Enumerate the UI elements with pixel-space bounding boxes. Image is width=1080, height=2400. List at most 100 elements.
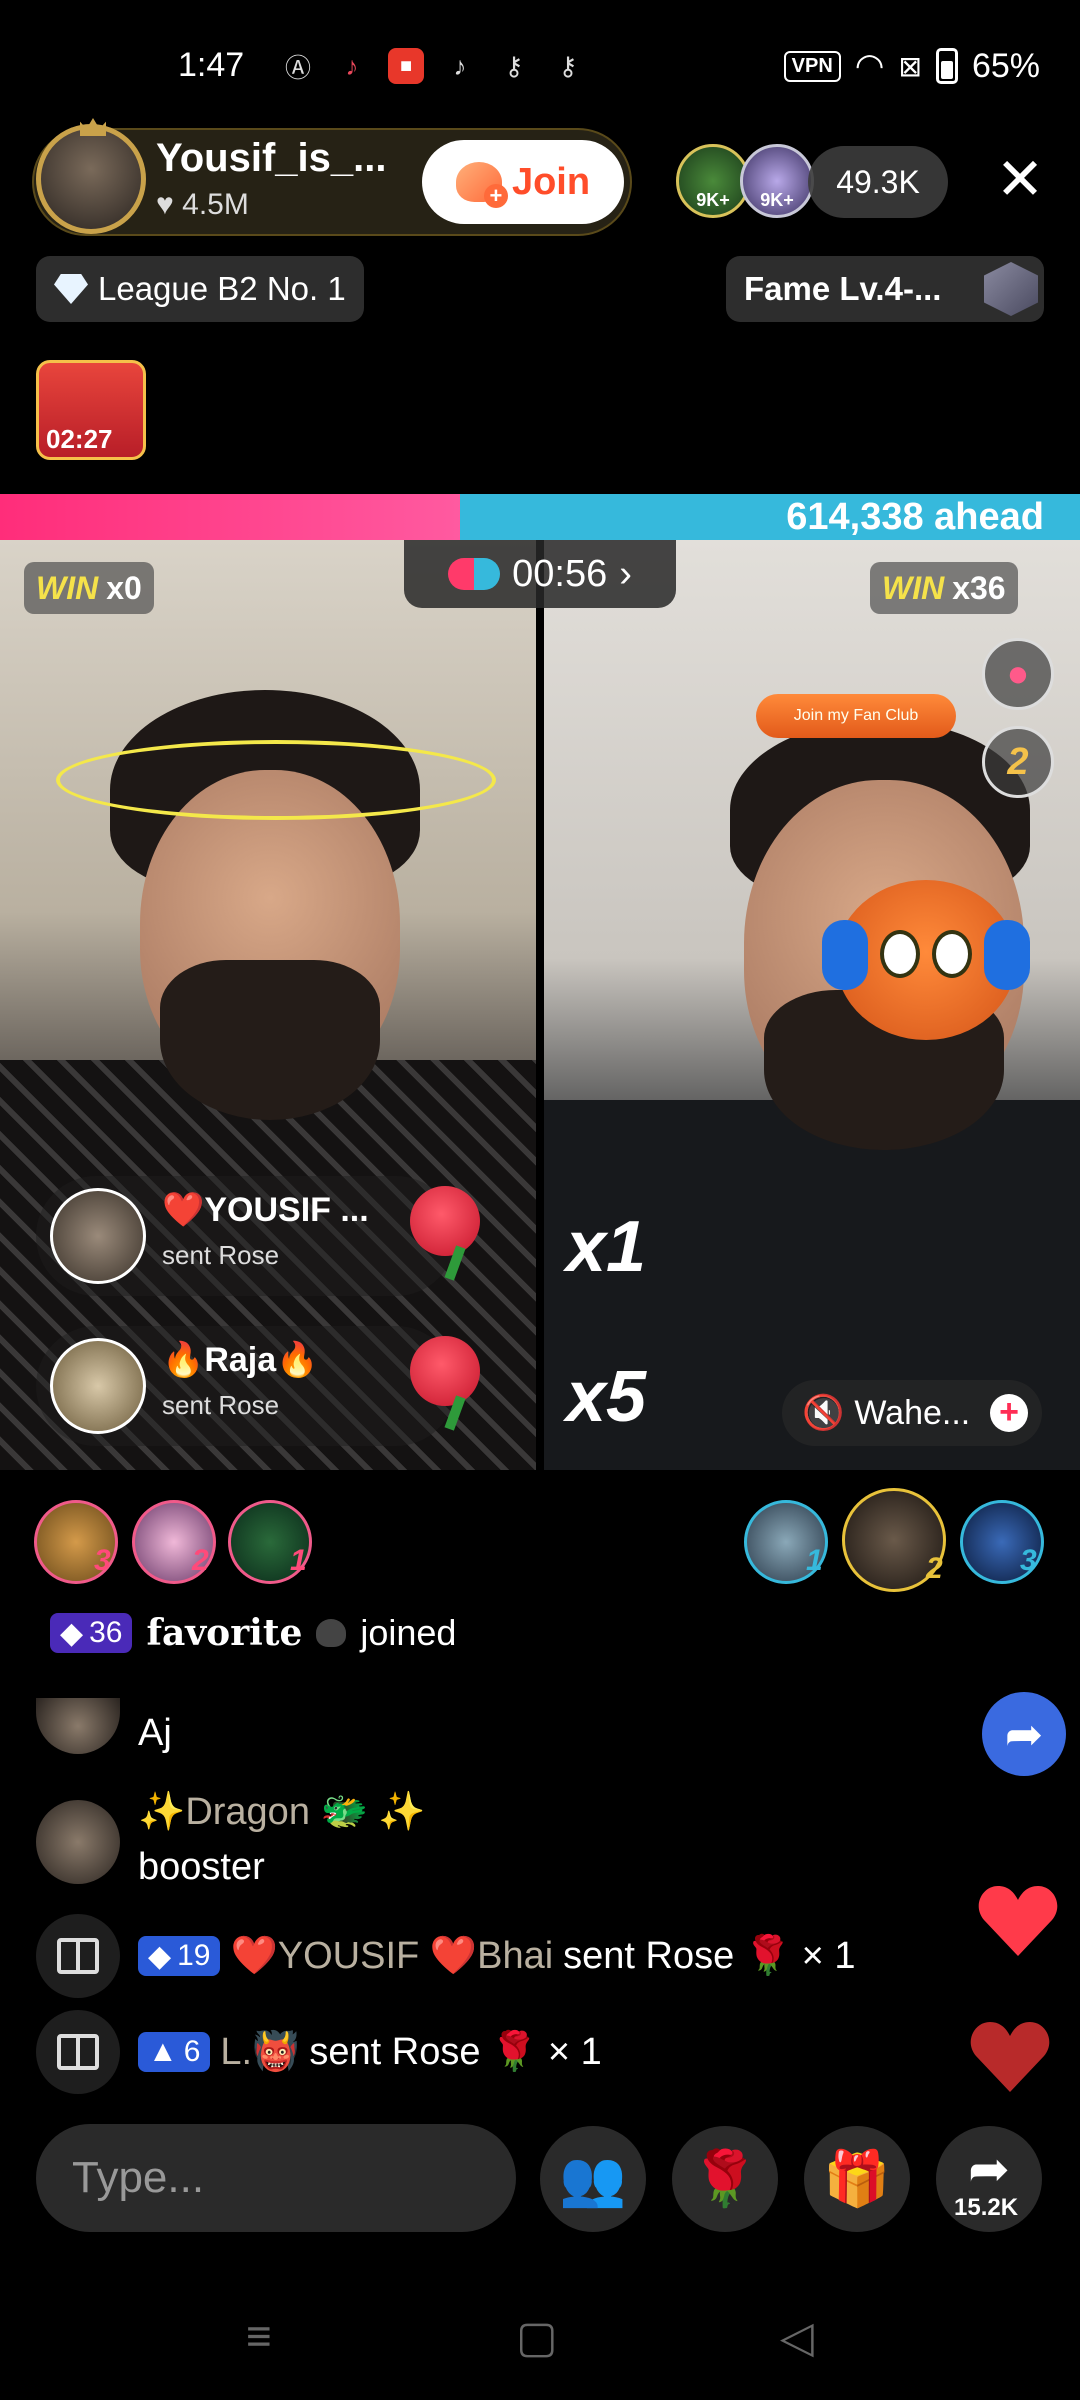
home-icon[interactable]: ▢: [516, 2312, 558, 2363]
status-time: 1:47: [178, 46, 245, 84]
gifter-name: ❤️YOUSIF ...: [162, 1191, 369, 1229]
no-sim-icon: ⊠: [898, 50, 922, 82]
gift-action: sent Rose: [563, 1934, 735, 1977]
tiktok-icon: ♪: [345, 50, 359, 81]
battle-ahead-text: 614,338 ahead: [786, 496, 1044, 538]
rose-icon: 🌹: [490, 2031, 538, 2073]
gift-button[interactable]: 🎁: [804, 2126, 910, 2232]
gifter-avatar: [50, 1338, 146, 1434]
user-level-badge: ◆ 19: [138, 1936, 221, 1976]
split-divider: [536, 540, 544, 1470]
rank-badge[interactable]: 2: [982, 726, 1054, 798]
gift-multiplier: x5: [566, 1357, 647, 1437]
chevron-right-icon: ›: [619, 552, 632, 595]
rose-icon: [410, 1336, 480, 1406]
gift-action: sent Rose: [162, 1390, 280, 1420]
chat-avatar[interactable]: [36, 1698, 120, 1754]
chat-username[interactable]: ✨Dragon 🐲 ✨: [138, 1790, 426, 1834]
follow-plus-icon[interactable]: +: [990, 1394, 1028, 1432]
host-likes: ♥ 4.5M: [156, 188, 249, 221]
fan-club-sign[interactable]: Join my Fan Club: [756, 694, 956, 738]
gift-chat-message: ◆ 19 ❤️YOUSIF ❤️Bhai sent Rose 🌹 × 1: [138, 1934, 855, 1978]
gift-action: sent Rose: [162, 1240, 280, 1270]
gift-sender[interactable]: ❤️YOUSIF ❤️Bhai: [230, 1934, 553, 1978]
battle-timer[interactable]: 00:56 ›: [404, 540, 676, 608]
host-beard: [160, 960, 380, 1120]
heart-plus-icon: [455, 162, 508, 208]
rose-icon: 🌹: [691, 2148, 759, 2209]
comment-input[interactable]: Type...: [36, 2124, 516, 2232]
rank-number: 3: [94, 1544, 111, 1577]
rose-icon: 🌹: [744, 1935, 792, 1977]
gift-sender[interactable]: L.👹: [220, 2030, 299, 2074]
top-viewer-badge: 9K+: [760, 190, 794, 210]
app-icon: Ⓐ: [284, 52, 311, 83]
left-win-badge: WIN x0: [24, 562, 154, 614]
right-win-badge: WIN x36: [870, 562, 1018, 614]
league-badge[interactable]: League B2 No. 1: [36, 256, 364, 322]
multi-guest-button[interactable]: 👥: [540, 2126, 646, 2232]
vpn-icon: VPN: [783, 50, 841, 82]
record-icon: ■: [388, 48, 424, 84]
joined-notice: ◆ 36 favorite joined: [50, 1612, 456, 1654]
top-viewer-badge: 9K+: [696, 190, 730, 210]
gift-notification[interactable]: 🔥Raja🔥 sent Rose: [36, 1326, 456, 1446]
rank-number: 1: [806, 1544, 823, 1577]
mascot-eye: [932, 930, 972, 978]
rose-icon: [410, 1186, 480, 1256]
user-level-badge: ◆ 36: [50, 1613, 133, 1653]
people-icon: 👥: [559, 2148, 627, 2209]
fame-label: Fame Lv.4-...: [744, 270, 942, 307]
key-icon: ⚷: [558, 50, 578, 81]
viewer-count[interactable]: 49.3K: [808, 146, 948, 218]
gifter-avatar: [50, 1188, 146, 1284]
chat-message-text: booster: [138, 1846, 265, 1888]
top-viewer-avatar[interactable]: 9K+: [740, 144, 814, 218]
battle-timer-value: 00:56: [512, 552, 608, 595]
gift-icon: [36, 2010, 120, 2094]
close-icon[interactable]: ✕: [990, 150, 1050, 210]
gift-notification[interactable]: ❤️YOUSIF ... sent Rose: [36, 1176, 456, 1296]
status-system-icons: VPN ◠ ⊠ 65%: [783, 46, 1040, 86]
battery-icon: [935, 48, 958, 84]
chat-username-text: ✨Dragon 🐲 ✨: [138, 1791, 426, 1833]
chat-message: booster: [138, 1846, 265, 1889]
boxing-glove-icon: [448, 558, 501, 590]
gift-count: × 1: [547, 2030, 602, 2073]
host-avatar[interactable]: [36, 124, 146, 234]
recents-icon[interactable]: ≡: [246, 2312, 272, 2362]
join-button[interactable]: Join: [422, 140, 624, 224]
gift-box-icon: 🎁: [823, 2148, 891, 2209]
opponent-name-pill[interactable]: 🔇 Wahe... +: [782, 1380, 1042, 1446]
chat-avatar[interactable]: [36, 1800, 120, 1884]
gift-count: × 1: [801, 1934, 856, 1977]
joined-username[interactable]: favorite: [146, 1612, 302, 1654]
black-heart-icon: [316, 1619, 347, 1647]
user-level-badge: ▲ 6: [138, 2032, 211, 2072]
rose-gift-button[interactable]: 🌹: [672, 2126, 778, 2232]
rank-number: 2: [192, 1544, 209, 1577]
back-icon[interactable]: ◁: [780, 2312, 814, 2363]
gift-icon: [36, 1914, 120, 1998]
opponent-name: Wahe...: [854, 1393, 971, 1432]
chat-message: Aj: [138, 1712, 172, 1755]
top-viewer-avatar[interactable]: 9K+: [676, 144, 750, 218]
tiktok-icon: ♪: [453, 50, 467, 81]
gift-multiplier: x1: [566, 1207, 647, 1287]
join-label: Join: [511, 160, 591, 203]
joined-action: joined: [360, 1612, 457, 1653]
rank-number: 3: [1020, 1544, 1037, 1577]
host-name[interactable]: Yousif_is_...: [156, 136, 386, 181]
headphone-icon: [822, 920, 868, 990]
fame-level-icon: [984, 262, 1038, 316]
share-arrow-icon[interactable]: ➦: [982, 1692, 1066, 1776]
wifi-icon: ◠: [854, 47, 885, 85]
chest-timer: 02:27: [46, 424, 113, 454]
rank-number: 2: [926, 1552, 943, 1585]
fame-badge[interactable]: Fame Lv.4-...: [726, 256, 1044, 322]
battle-score-bar: 614,338 ahead: [0, 494, 1080, 540]
gift-goal-icon[interactable]: ●: [982, 638, 1054, 710]
gift-action: sent Rose: [309, 2030, 481, 2073]
mascot-eye: [880, 930, 920, 978]
key-icon: ⚷: [504, 50, 524, 81]
